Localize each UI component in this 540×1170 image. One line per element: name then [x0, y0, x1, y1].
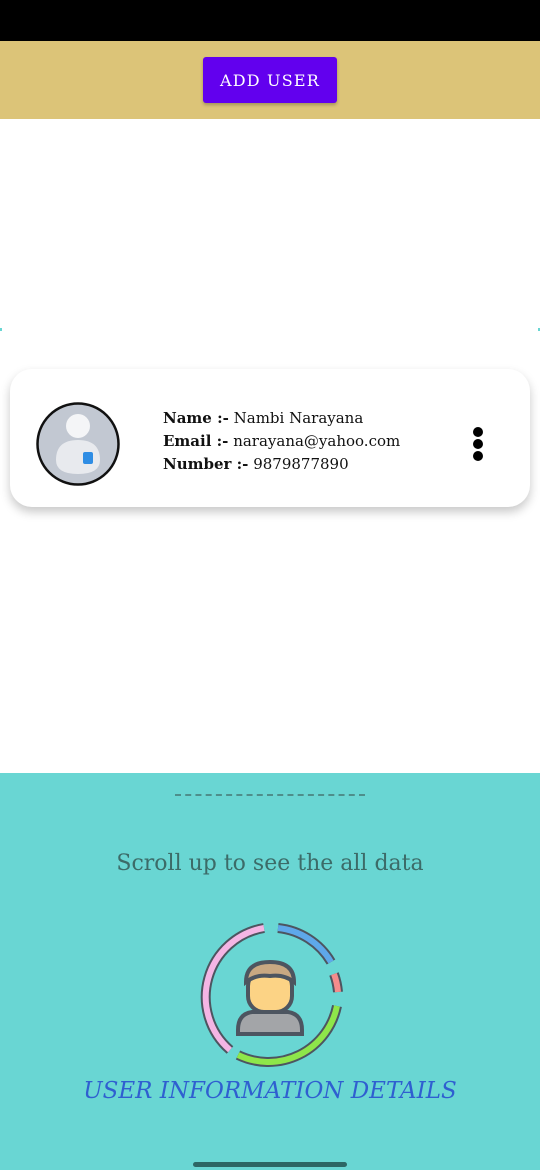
home-indicator[interactable] [193, 1162, 347, 1167]
number-label: Number :- [163, 455, 249, 473]
more-vertical-icon[interactable] [470, 427, 486, 463]
user-card[interactable]: Name :- Nambi Narayana Email :- narayana… [10, 369, 530, 507]
email-label: Email :- [163, 432, 229, 450]
add-user-button[interactable]: ADD USER [203, 57, 337, 103]
status-bar [0, 0, 540, 41]
edge-marker [0, 328, 2, 331]
user-info-chart-icon [200, 923, 343, 1067]
user-name-row: Name :- Nambi Narayana [163, 407, 400, 430]
name-value: Nambi Narayana [233, 409, 364, 427]
footer-panel: Scroll up to see the all data USER INFOR… [0, 773, 540, 1170]
number-value: 9879877890 [253, 455, 349, 473]
user-avatar-icon [36, 402, 120, 486]
name-label: Name :- [163, 409, 229, 427]
user-info: Name :- Nambi Narayana Email :- narayana… [163, 407, 400, 476]
email-value: narayana@yahoo.com [233, 432, 401, 450]
scroll-hint-text: Scroll up to see the all data [116, 851, 424, 876]
dashed-divider [175, 794, 365, 796]
user-number-row: Number :- 9879877890 [163, 453, 400, 476]
user-email-row: Email :- narayana@yahoo.com [163, 430, 400, 453]
footer-title: USER INFORMATION DETAILS [83, 1078, 457, 1104]
